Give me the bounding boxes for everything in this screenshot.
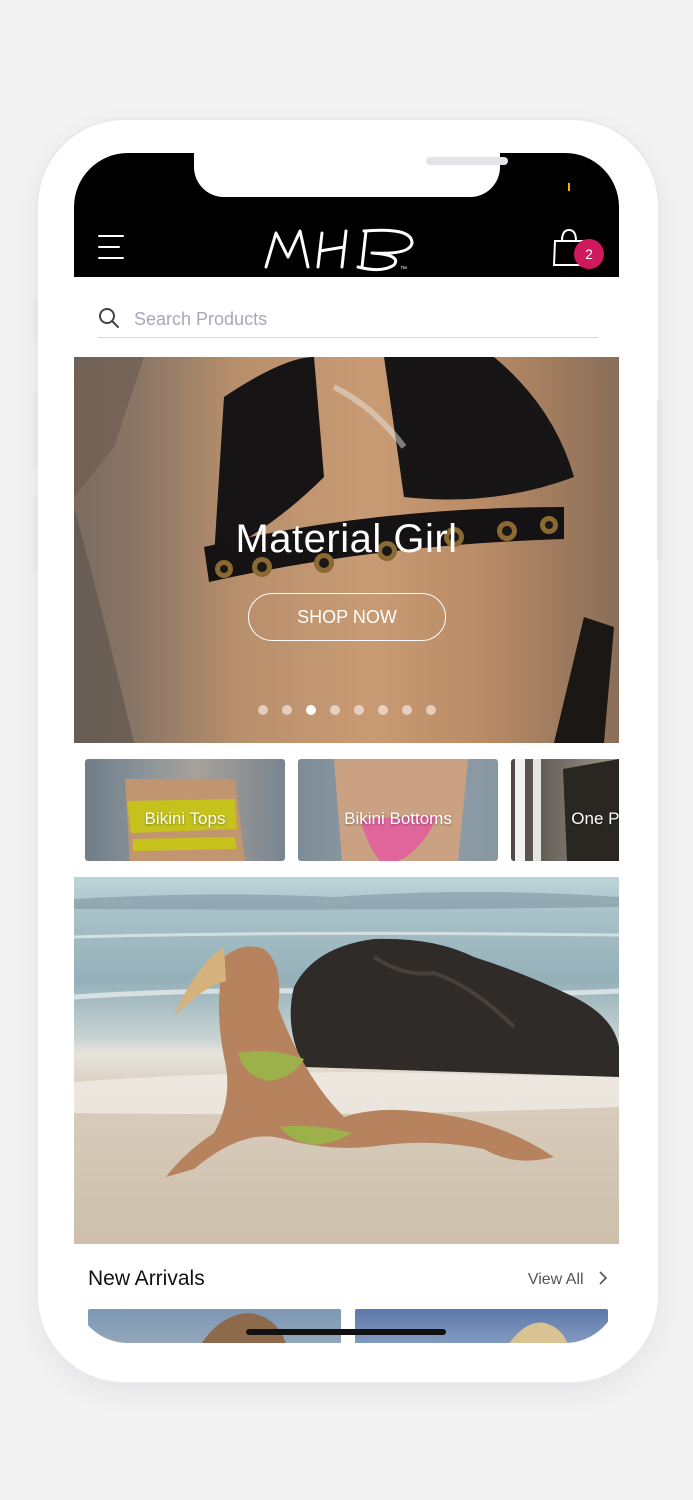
new-arrivals-header: New Arrivals View All — [88, 1267, 608, 1297]
category-label: Bikini Bottoms — [344, 809, 452, 828]
hero-banner[interactable]: Material Girl SHOP NOW — [74, 357, 619, 743]
section-title: New Arrivals — [88, 1267, 205, 1290]
product-image — [509, 1322, 568, 1343]
hero-title: Material Girl — [235, 517, 458, 561]
carousel-dot[interactable] — [257, 705, 268, 715]
search-input[interactable] — [132, 303, 576, 335]
brand-logo[interactable]: ™ — [262, 223, 422, 273]
category-card-one-piece[interactable]: One Piece — [511, 759, 619, 861]
product-card[interactable] — [355, 1309, 608, 1343]
category-label: One Piece — [571, 809, 619, 828]
product-image — [201, 1313, 286, 1343]
app-screen: ™ 2 Search Products Material Girl SHOP N… — [74, 153, 619, 1343]
home-indicator[interactable] — [246, 1329, 446, 1335]
category-card-bikini-bottoms[interactable]: Bikini Bottoms — [298, 759, 498, 861]
category-card-bikini-tops[interactable]: Bikini Tops — [85, 759, 285, 861]
search-bar — [98, 303, 598, 338]
category-label: Bikini Tops — [144, 809, 226, 828]
category-carousel: Bikini Tops Bikini Bottoms One Piece — [74, 759, 619, 861]
carousel-dot[interactable] — [281, 705, 292, 715]
trademark-mark: ™ — [400, 266, 407, 273]
device-notch — [194, 153, 508, 197]
carousel-dots — [74, 705, 619, 717]
cart-count-badge: 2 — [574, 239, 604, 269]
side-button-volume-up — [33, 390, 38, 470]
carousel-dot[interactable] — [401, 705, 412, 715]
shop-now-button[interactable]: SHOP NOW — [248, 593, 446, 641]
search-icon — [99, 308, 119, 328]
carousel-dot[interactable] — [377, 705, 388, 715]
side-button-power — [657, 400, 662, 562]
carousel-dot-active[interactable] — [305, 705, 316, 715]
carousel-dot[interactable] — [329, 705, 340, 715]
speaker-grille — [426, 157, 508, 165]
new-arrivals-row — [88, 1309, 608, 1343]
cart-button[interactable]: 2 — [552, 227, 608, 273]
carousel-dot[interactable] — [425, 705, 436, 715]
hamburger-menu-icon[interactable] — [98, 235, 126, 259]
view-all-label: View All — [527, 1271, 584, 1288]
side-button-silent — [33, 298, 38, 344]
chevron-right-icon — [599, 1271, 608, 1285]
promo-banner[interactable] — [74, 877, 619, 1244]
side-button-volume-down — [33, 494, 38, 574]
carousel-dot[interactable] — [353, 705, 364, 715]
header-bar: ™ 2 — [74, 153, 619, 277]
product-card[interactable] — [88, 1309, 341, 1343]
view-all-link[interactable]: View All — [528, 1271, 608, 1289]
status-indicator — [568, 183, 570, 191]
promo-image — [74, 892, 619, 1177]
